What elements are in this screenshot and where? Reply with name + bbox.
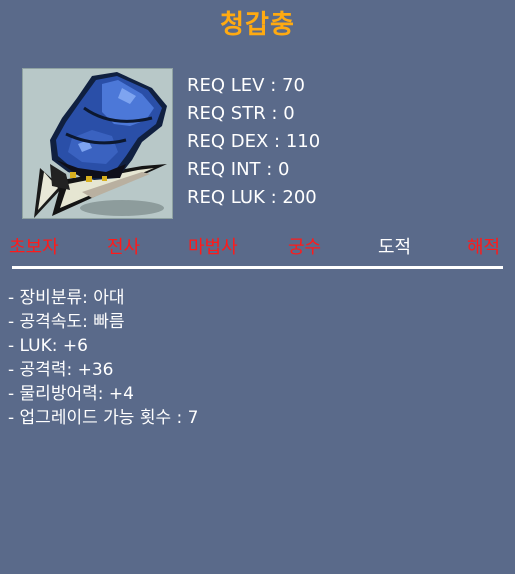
item-icon-frame xyxy=(22,68,173,219)
job-beginner: 초보자 xyxy=(9,237,59,258)
item-stats-list: - 장비분류: 아대 - 공격속도: 빠름 - LUK: +6 - 공격력: +… xyxy=(8,286,198,430)
requirements-list: REQ LEV : 70 REQ STR : 0 REQ DEX : 110 R… xyxy=(187,72,320,212)
job-pirate: 해적 xyxy=(467,237,501,258)
req-luk: REQ LUK : 200 xyxy=(187,187,317,208)
req-int: REQ INT : 0 xyxy=(187,159,290,180)
stat-upgrade-slots: - 업그레이드 가능 횟수 : 7 xyxy=(8,408,199,428)
job-warrior: 전사 xyxy=(107,237,141,258)
section-divider xyxy=(12,266,503,269)
req-dex: REQ DEX : 110 xyxy=(187,131,321,152)
job-availability-row: 초보자 전사 마법사 궁수 도적 해적 xyxy=(0,233,515,261)
job-thief: 도적 xyxy=(378,237,412,258)
job-bowman: 궁수 xyxy=(288,237,322,258)
stat-attack-speed: - 공격속도: 빠름 xyxy=(8,312,125,332)
blue-claw-item-icon xyxy=(34,72,167,218)
stat-luk: - LUK: +6 xyxy=(8,336,88,356)
job-magician: 마법사 xyxy=(188,237,238,258)
req-str: REQ STR : 0 xyxy=(187,103,295,124)
stat-attack: - 공격력: +36 xyxy=(8,360,114,380)
item-name: 청갑충 xyxy=(220,10,295,40)
stat-equip-category: - 장비분류: 아대 xyxy=(8,288,125,308)
stat-defense: - 물리방어력: +4 xyxy=(8,384,134,404)
req-level: REQ LEV : 70 xyxy=(187,75,305,96)
